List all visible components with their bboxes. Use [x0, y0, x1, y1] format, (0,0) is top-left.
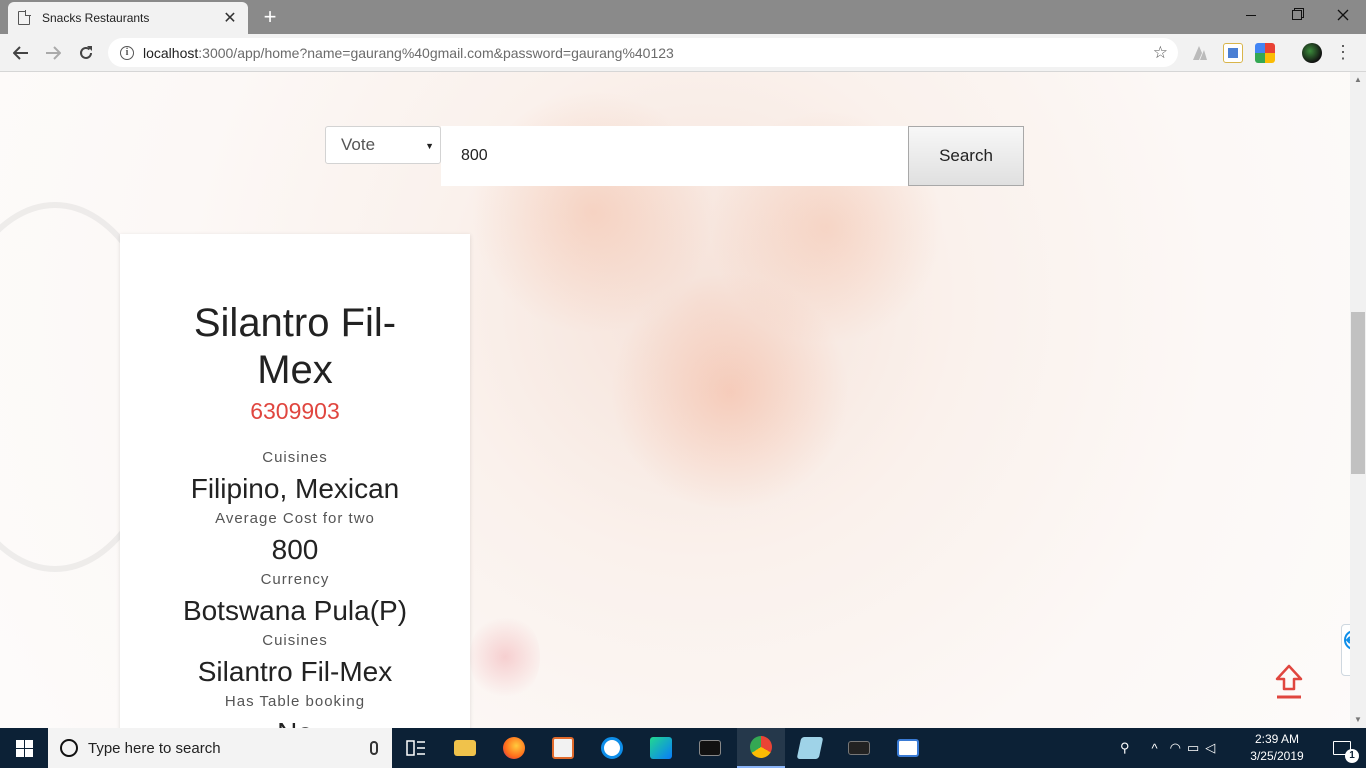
filter-selected-value: Vote	[341, 135, 376, 154]
field-label: Currency	[260, 571, 330, 588]
terminal-icon	[699, 740, 721, 756]
search-bar: Vote ▼ Search	[325, 126, 1024, 186]
new-tab-button[interactable]: +	[258, 4, 282, 30]
scroll-down-arrow-icon[interactable]: ▼	[1350, 712, 1366, 728]
search-input[interactable]	[441, 126, 908, 186]
taskbar-firefox[interactable]	[490, 728, 538, 768]
reload-icon	[80, 46, 92, 59]
battery-icon[interactable]: ▭	[1187, 740, 1199, 756]
media-player-icon	[552, 737, 574, 759]
bookmark-star-icon[interactable]: ☆	[1153, 43, 1168, 63]
scroll-up-arrow-icon[interactable]: ▲	[1350, 72, 1366, 88]
notes-icon	[796, 737, 824, 759]
profile-avatar[interactable]	[1302, 43, 1322, 63]
clock-time: 2:39 AM	[1254, 732, 1300, 746]
field-value: Filipino, Mexican	[190, 473, 400, 504]
restaurant-name: Silantro Fil-Mex	[193, 301, 397, 392]
close-window-icon	[1337, 9, 1349, 21]
taskbar-file-explorer[interactable]	[441, 728, 489, 768]
back-button[interactable]	[8, 40, 34, 66]
forward-button[interactable]	[40, 40, 66, 66]
taskbar-teamviewer[interactable]	[588, 728, 636, 768]
scroll-to-top-icon[interactable]	[1274, 664, 1304, 700]
taskbar-document-app[interactable]	[884, 728, 932, 768]
field-value: Botswana Pula(P)	[182, 595, 408, 626]
field-value: Silantro Fil-Mex	[197, 656, 393, 687]
firefox-icon	[503, 737, 525, 759]
minimize-icon	[1246, 14, 1256, 16]
system-tray: ⚲ ^ ◠ ▭ ◁	[1120, 728, 1215, 768]
filter-select[interactable]: Vote ▼	[325, 126, 441, 164]
webstorm-icon	[650, 737, 672, 759]
field-label: Has Table booking	[224, 693, 366, 710]
folder-icon	[454, 740, 476, 756]
page-content: Vote ▼ Search Silantro Fil-Mex 6309903 C…	[0, 72, 1350, 728]
document-icon	[897, 739, 919, 757]
background-berry	[470, 612, 540, 702]
taskbar-chrome[interactable]	[737, 728, 785, 768]
minimize-button[interactable]	[1228, 0, 1274, 30]
field-value: 800	[271, 534, 319, 565]
start-button[interactable]	[0, 728, 48, 768]
taskbar-notes-app[interactable]	[786, 728, 834, 768]
taskbar-search-box[interactable]: Type here to search	[48, 728, 392, 768]
microphone-icon[interactable]	[370, 741, 378, 755]
url-path: :3000/app/home?name=gaurang%40gmail.com&…	[198, 44, 674, 61]
browser-tab[interactable]: Snacks Restaurants ✕	[8, 2, 248, 34]
tab-close-icon[interactable]: ✕	[222, 8, 238, 28]
restore-button[interactable]	[1274, 0, 1320, 30]
clock-date: 3/25/2019	[1250, 749, 1304, 763]
field-value: No	[120, 713, 470, 728]
task-view-button[interactable]	[392, 728, 440, 768]
mysql-icon	[848, 741, 870, 755]
windows-logo-icon	[15, 739, 33, 757]
browser-toolbar: i localhost :3000/app/home?name=gaurang%…	[0, 34, 1366, 72]
info-icon[interactable]: i	[120, 45, 134, 60]
browser-menu-icon[interactable]: ⋮	[1334, 42, 1352, 62]
task-view-icon	[406, 740, 425, 756]
extension-color-icon[interactable]	[1255, 43, 1275, 63]
close-window-button[interactable]	[1320, 0, 1366, 30]
field-label: Cuisines	[262, 449, 328, 466]
reload-button[interactable]	[73, 40, 99, 66]
notification-count: 1	[1345, 749, 1359, 763]
scrollbar-thumb[interactable]	[1351, 312, 1365, 474]
restaurant-card: Silantro Fil-Mex 6309903 Cuisines Filipi…	[120, 234, 470, 728]
browser-tab-strip: Snacks Restaurants ✕ +	[0, 0, 1366, 34]
search-button[interactable]: Search	[908, 126, 1024, 186]
extension-a-icon[interactable]	[1190, 43, 1210, 63]
restaurant-id: 6309903	[250, 398, 340, 424]
action-center-button[interactable]: 1	[1318, 728, 1366, 768]
cortana-icon	[60, 739, 78, 757]
restore-icon	[1292, 10, 1302, 20]
wifi-icon[interactable]: ◠	[1170, 740, 1181, 756]
url-host: localhost	[143, 44, 199, 61]
background-orange	[610, 272, 850, 512]
chrome-icon	[750, 736, 772, 758]
notification-icon: 1	[1333, 741, 1359, 763]
system-clock[interactable]: 2:39 AM 3/25/2019	[1246, 731, 1308, 765]
back-arrow-icon	[13, 46, 28, 60]
tab-title: Snacks Restaurants	[42, 11, 150, 25]
teamviewer-icon	[601, 737, 623, 759]
volume-icon[interactable]: ◁	[1205, 740, 1215, 756]
taskbar-webstorm[interactable]	[637, 728, 685, 768]
vertical-scrollbar[interactable]: ▲ ▼	[1350, 72, 1366, 728]
people-icon[interactable]: ⚲	[1120, 740, 1130, 756]
page-icon	[18, 10, 31, 25]
dropdown-caret-icon: ▼	[425, 141, 434, 151]
taskbar-search-placeholder: Type here to search	[88, 739, 221, 757]
field-label: Cuisines	[262, 632, 328, 649]
field-label: Average Cost for two	[215, 510, 375, 527]
taskbar-terminal[interactable]	[686, 728, 734, 768]
show-hidden-icons-icon[interactable]: ^	[1152, 741, 1158, 756]
taskbar-mysql[interactable]	[835, 728, 883, 768]
taskbar-media-player[interactable]	[539, 728, 587, 768]
forward-arrow-icon	[46, 46, 61, 60]
windows-taskbar: Type here to search ⚲ ^ ◠ ▭ ◁ 2:39 AM 3/…	[0, 728, 1366, 768]
extension-clipboard-icon[interactable]	[1223, 43, 1243, 63]
address-bar[interactable]: i localhost :3000/app/home?name=gaurang%…	[108, 38, 1178, 67]
